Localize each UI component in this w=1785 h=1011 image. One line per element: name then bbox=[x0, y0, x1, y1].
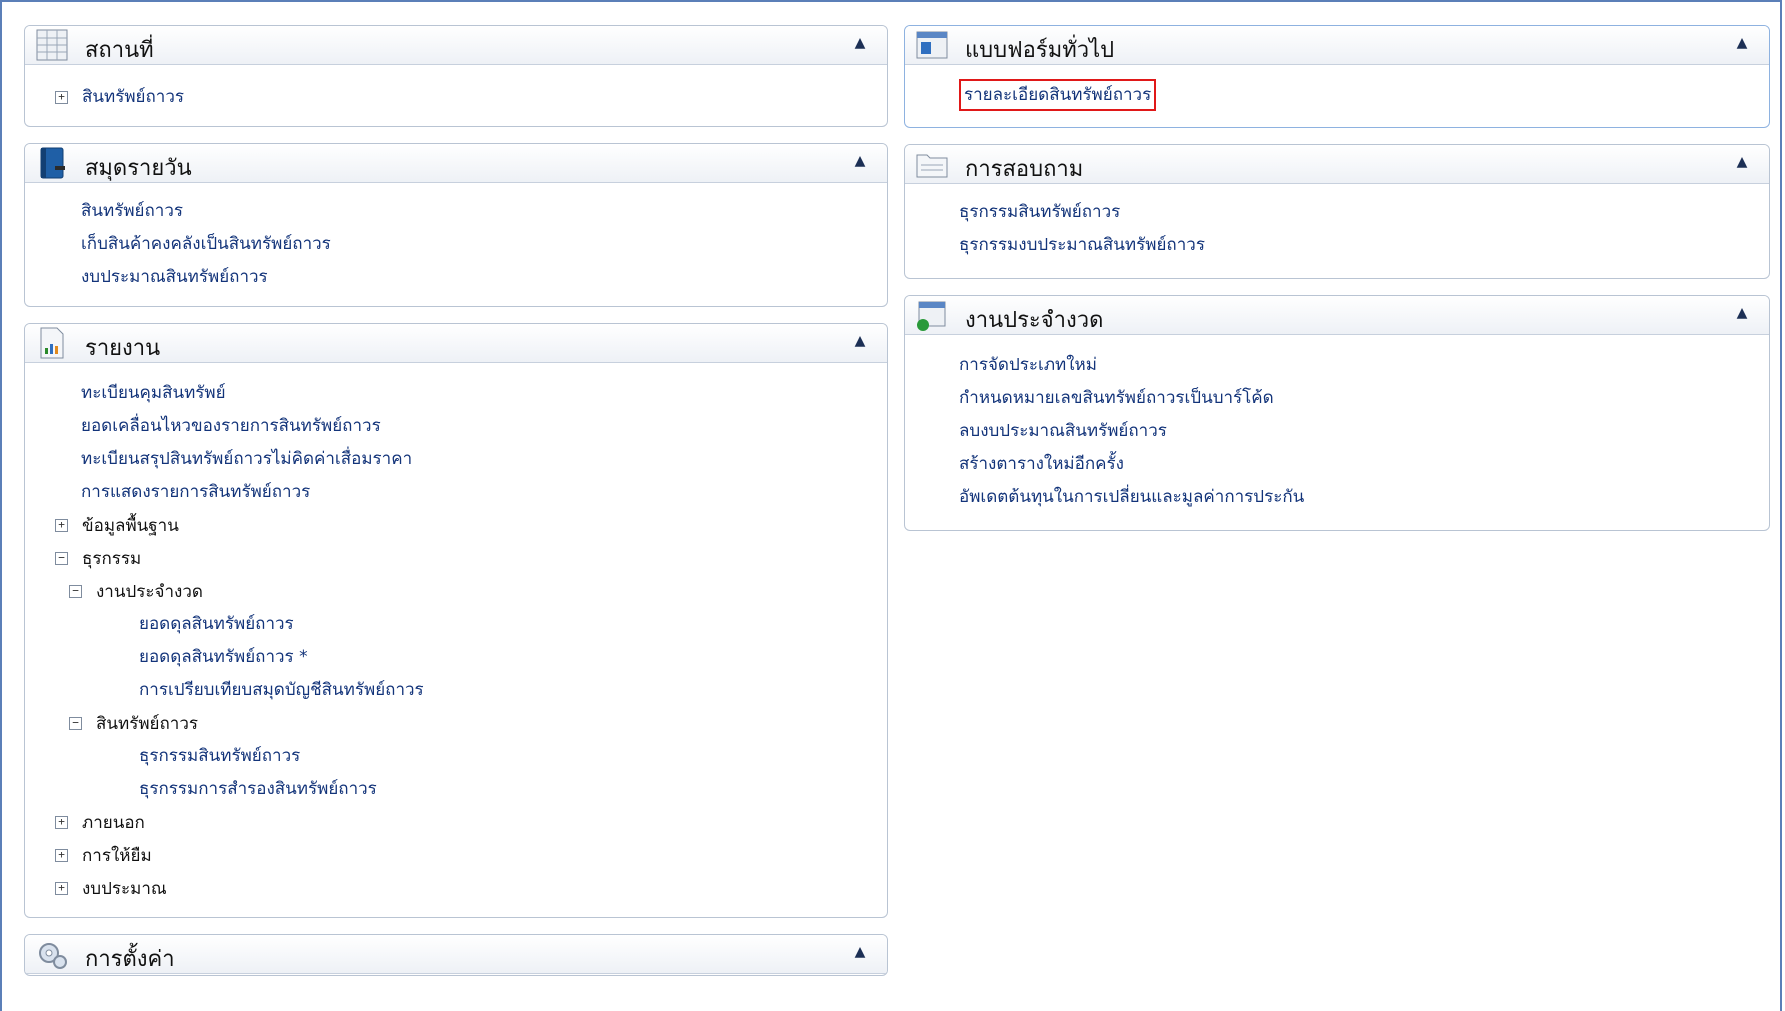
report-link[interactable]: การแสดงรายการสินทรัพย์ถาวร bbox=[81, 476, 887, 509]
chevron-up-icon[interactable]: ▲ bbox=[1731, 302, 1753, 324]
panel-periodic: งานประจำงวด ▲ การจัดประเภทใหม่ กำหนดหมาย… bbox=[904, 295, 1770, 531]
journal-link[interactable]: เก็บสินค้าคงคลังเป็นสินทรัพย์ถาวร bbox=[81, 228, 887, 261]
calendar-icon bbox=[917, 301, 946, 331]
tree-node-fixed-assets[interactable]: + สินทรัพย์ถาวร bbox=[55, 81, 887, 114]
report-link[interactable]: ทะเบียนคุมสินทรัพย์ bbox=[81, 377, 887, 410]
panel-title: งานประจำงวด bbox=[965, 308, 1104, 333]
book-icon bbox=[40, 147, 65, 179]
report-link[interactable]: ยอดดุลสินทรัพย์ถาวร * bbox=[139, 641, 887, 674]
report-link[interactable]: ธุรกรรมการสำรองสินทรัพย์ถาวร bbox=[139, 773, 887, 806]
report-link[interactable]: การเปรียบเทียบสมุดบัญชีสินทรัพย์ถาวร bbox=[139, 674, 887, 707]
panel-title: รายงาน bbox=[85, 336, 161, 361]
plus-box-icon[interactable]: + bbox=[55, 882, 68, 895]
periodic-link[interactable]: อัพเดตต้นทุนในการเปลี่ยนและมูลค่าการประก… bbox=[959, 481, 1769, 514]
plus-box-icon[interactable]: + bbox=[55, 519, 68, 532]
tree-node-fixed-assets[interactable]: − สินทรัพย์ถาวร bbox=[55, 707, 887, 740]
panel-title: แบบฟอร์มทั่วไป bbox=[965, 38, 1115, 63]
tree-node-label: ธุรกรรม bbox=[82, 549, 142, 569]
panel-settings: การตั้งค่า ▲ bbox=[24, 934, 888, 976]
gear-icon bbox=[39, 943, 67, 969]
tree-node-label: สินทรัพย์ถาวร bbox=[96, 714, 199, 734]
inquiry-link[interactable]: ธุรกรรมสินทรัพย์ถาวร bbox=[959, 196, 1769, 229]
tree-node-budget[interactable]: + งบประมาณ bbox=[55, 872, 887, 905]
plus-box-icon[interactable]: + bbox=[55, 816, 68, 829]
panel-header: งานประจำงวด ▲ bbox=[905, 296, 1769, 335]
panel-title: สมุดรายวัน bbox=[85, 156, 192, 181]
periodic-link[interactable]: สร้างตารางใหม่อีกครั้ง bbox=[959, 448, 1769, 481]
report-link[interactable]: ทะเบียนสรุปสินทรัพย์ถาวรไม่คิดค่าเสื่อมร… bbox=[81, 443, 887, 476]
panel-journals: สมุดรายวัน ▲ สินทรัพย์ถาวร เก็บสินค้าคงค… bbox=[24, 143, 888, 307]
panel-header: สถานที่ ▲ bbox=[25, 26, 887, 65]
plus-box-icon[interactable]: + bbox=[55, 849, 68, 862]
tree-node-lending[interactable]: + การให้ยืม bbox=[55, 839, 887, 872]
panel-title: การสอบถาม bbox=[965, 157, 1084, 182]
location-fixed-assets-link[interactable]: สินทรัพย์ถาวร bbox=[82, 81, 184, 114]
panel-header: สมุดรายวัน ▲ bbox=[25, 144, 887, 183]
periodic-link[interactable]: กำหนดหมายเลขสินทรัพย์ถาวรเป็นบาร์โค้ด bbox=[959, 382, 1769, 415]
minus-box-icon[interactable]: − bbox=[55, 552, 68, 565]
chevron-up-icon[interactable]: ▲ bbox=[849, 941, 871, 963]
report-link[interactable]: ธุรกรรมสินทรัพย์ถาวร bbox=[139, 740, 887, 773]
minus-box-icon[interactable]: − bbox=[69, 717, 82, 730]
chevron-up-icon[interactable]: ▲ bbox=[849, 150, 871, 172]
inquiry-link[interactable]: ธุรกรรมงบประมาณสินทรัพย์ถาวร bbox=[959, 229, 1769, 262]
tree-node-basic-data[interactable]: + ข้อมูลพื้นฐาน bbox=[55, 509, 887, 542]
journal-link[interactable]: งบประมาณสินทรัพย์ถาวร bbox=[81, 261, 887, 294]
periodic-link[interactable]: ลบงบประมาณสินทรัพย์ถาวร bbox=[959, 415, 1769, 448]
tree-node-label: ภายนอก bbox=[82, 813, 145, 833]
panel-header: แบบฟอร์มทั่วไป ▲ bbox=[905, 26, 1769, 65]
panel-header: การสอบถาม ▲ bbox=[905, 145, 1769, 184]
chevron-up-icon[interactable]: ▲ bbox=[849, 32, 871, 54]
tree-node-external[interactable]: + ภายนอก bbox=[55, 806, 887, 839]
tree-node-transactions[interactable]: − ธุรกรรม bbox=[55, 542, 887, 575]
left-column: สถานที่ ▲ + สินทรัพย์ถาวร สมุดรายวัน ▲ ส… bbox=[24, 25, 888, 992]
tree-node-label: งบประมาณ bbox=[82, 879, 167, 899]
panel-common-forms: แบบฟอร์มทั่วไป ▲ รายละเอียดสินทรัพย์ถาวร bbox=[904, 25, 1770, 128]
panel-body: การจัดประเภทใหม่ กำหนดหมายเลขสินทรัพย์ถา… bbox=[905, 335, 1769, 530]
panel-reports: รายงาน ▲ ทะเบียนคุมสินทรัพย์ ยอดเคลื่อนไ… bbox=[24, 323, 888, 918]
right-column: แบบฟอร์มทั่วไป ▲ รายละเอียดสินทรัพย์ถาวร… bbox=[904, 25, 1770, 547]
tree-node-label: งานประจำงวด bbox=[96, 582, 203, 602]
chevron-up-icon[interactable]: ▲ bbox=[1731, 32, 1753, 54]
fixed-asset-details-link[interactable]: รายละเอียดสินทรัพย์ถาวร bbox=[959, 79, 1157, 111]
report-icon bbox=[40, 327, 64, 359]
tree-node-label: การให้ยืม bbox=[82, 846, 152, 866]
panel-body: ธุรกรรมสินทรัพย์ถาวร ธุรกรรมงบประมาณสินท… bbox=[905, 184, 1769, 278]
panel-header: การตั้งค่า ▲ bbox=[25, 935, 887, 974]
panel-body: ทะเบียนคุมสินทรัพย์ ยอดเคลื่อนไหวของรายก… bbox=[25, 363, 887, 917]
form-icon bbox=[916, 31, 948, 59]
report-link[interactable]: ยอดดุลสินทรัพย์ถาวร bbox=[139, 608, 887, 641]
tree-node-label: ข้อมูลพื้นฐาน bbox=[82, 516, 179, 536]
periodic-link[interactable]: การจัดประเภทใหม่ bbox=[959, 349, 1769, 382]
plus-box-icon[interactable]: + bbox=[55, 91, 68, 104]
grid-icon bbox=[36, 29, 68, 61]
journal-link[interactable]: สินทรัพย์ถาวร bbox=[81, 195, 887, 228]
folder-icon bbox=[916, 154, 948, 178]
panel-body: สินทรัพย์ถาวร เก็บสินค้าคงคลังเป็นสินทรั… bbox=[25, 183, 887, 306]
panel-location: สถานที่ ▲ + สินทรัพย์ถาวร bbox=[24, 25, 888, 127]
panel-body: + สินทรัพย์ถาวร bbox=[25, 65, 887, 126]
panel-title: การตั้งค่า bbox=[85, 947, 175, 972]
panel-body: รายละเอียดสินทรัพย์ถาวร bbox=[905, 65, 1769, 127]
minus-box-icon[interactable]: − bbox=[69, 585, 82, 598]
tree-node-periodic[interactable]: − งานประจำงวด bbox=[55, 575, 887, 608]
panel-inquiries: การสอบถาม ▲ ธุรกรรมสินทรัพย์ถาวร ธุรกรรม… bbox=[904, 144, 1770, 279]
panel-header: รายงาน ▲ bbox=[25, 324, 887, 363]
panel-title: สถานที่ bbox=[85, 38, 154, 63]
report-link[interactable]: ยอดเคลื่อนไหวของรายการสินทรัพย์ถาวร bbox=[81, 410, 887, 443]
chevron-up-icon[interactable]: ▲ bbox=[849, 330, 871, 352]
chevron-up-icon[interactable]: ▲ bbox=[1731, 151, 1753, 173]
